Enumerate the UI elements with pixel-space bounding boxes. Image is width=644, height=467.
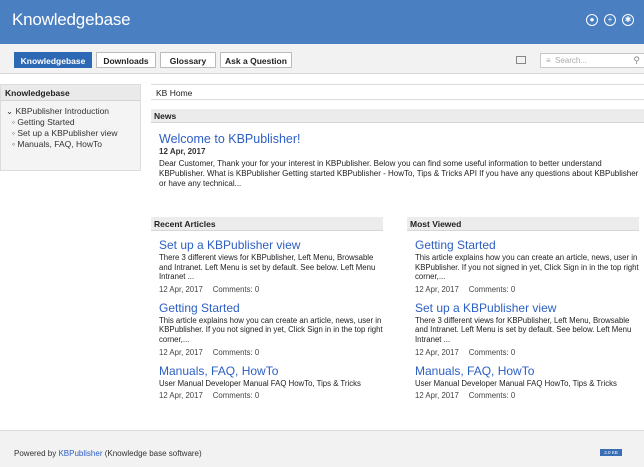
top-header: Knowledgebase ● + ✱ bbox=[0, 0, 644, 44]
tab-knowledgebase[interactable]: Knowledgebase bbox=[14, 52, 92, 68]
article-date: 12 Apr, 2017 bbox=[159, 347, 203, 357]
article-comments: Comments: 0 bbox=[212, 284, 260, 294]
sidebar-title: Knowledgebase bbox=[1, 85, 140, 101]
sidebar-item-label: Manuals, FAQ, HowTo bbox=[17, 139, 102, 149]
article-summary: There 3 different views for KBPublisher,… bbox=[159, 253, 376, 282]
article-title-link[interactable]: Manuals, FAQ, HowTo bbox=[159, 364, 383, 378]
sidebar: Knowledgebase ⌄ KBPublisher Introduction… bbox=[0, 84, 141, 171]
news-heading: News bbox=[151, 109, 644, 123]
recent-articles-heading: Recent Articles bbox=[151, 217, 383, 231]
breadcrumb[interactable]: KB Home bbox=[151, 84, 644, 100]
sidebar-item-set-up-view[interactable]: ◦ Set up a KBPublisher view bbox=[6, 128, 140, 139]
article-summary: This article explains how you can create… bbox=[415, 253, 639, 282]
sidebar-item-getting-started[interactable]: ◦ Getting Started bbox=[6, 117, 140, 128]
news-section: News Welcome to KBPublisher! 12 Apr, 201… bbox=[151, 109, 644, 189]
article-title-link[interactable]: Manuals, FAQ, HowTo bbox=[415, 364, 639, 378]
article-summary: User Manual Developer Manual FAQ HowTo, … bbox=[415, 378, 617, 388]
footer-credit: Powered by KBPublisher (Knowledge base s… bbox=[14, 449, 202, 458]
tab-downloads[interactable]: Downloads bbox=[96, 52, 156, 68]
article-title-link[interactable]: Set up a KBPublisher view bbox=[159, 238, 383, 252]
article-date: 12 Apr, 2017 bbox=[415, 391, 459, 401]
article-title-link[interactable]: Getting Started bbox=[159, 301, 383, 315]
article-date: 12 Apr, 2017 bbox=[415, 347, 459, 357]
footer-kbpublisher-link[interactable]: KBPublisher bbox=[58, 449, 102, 458]
sidebar-tree: ⌄ KBPublisher Introduction ◦ Getting Sta… bbox=[1, 101, 140, 150]
search-box: ≡ ⚲ bbox=[540, 53, 644, 68]
article-comments: Comments: 0 bbox=[468, 347, 516, 357]
article-summary: User Manual Developer Manual FAQ HowTo, … bbox=[159, 378, 361, 388]
tab-glossary[interactable]: Glossary bbox=[160, 52, 216, 68]
sidebar-item-label: KBPublisher Introduction bbox=[15, 106, 110, 116]
article-summary: This article explains how you can create… bbox=[159, 315, 383, 344]
settings-icon[interactable]: ✱ bbox=[622, 14, 634, 26]
news-date: 12 Apr, 2017 bbox=[159, 147, 206, 156]
article-comments: Comments: 0 bbox=[212, 347, 260, 357]
list-item: Set up a KBPublisher view There 3 differ… bbox=[159, 238, 383, 294]
article-meta: 12 Apr, 2017 Comments: 0 bbox=[415, 285, 639, 294]
list-item: Getting Started This article explains ho… bbox=[415, 238, 639, 294]
list-item: Manuals, FAQ, HowTo User Manual Develope… bbox=[415, 364, 639, 401]
article-meta: 12 Apr, 2017 Comments: 0 bbox=[159, 348, 383, 357]
sidebar-item-kbpublisher-introduction[interactable]: ⌄ KBPublisher Introduction bbox=[6, 106, 140, 117]
view-toggle-icon[interactable] bbox=[516, 56, 526, 64]
article-title-link[interactable]: Getting Started bbox=[415, 238, 639, 252]
search-menu-icon[interactable]: ≡ bbox=[546, 56, 551, 65]
top-icons: ● + ✱ bbox=[586, 14, 634, 26]
article-meta: 12 Apr, 2017 Comments: 0 bbox=[415, 348, 639, 357]
app-title[interactable]: Knowledgebase bbox=[12, 10, 131, 30]
search-input[interactable] bbox=[555, 55, 625, 66]
article-summary: There 3 different views for KBPublisher,… bbox=[415, 315, 632, 344]
sidebar-item-manuals-faq-howto[interactable]: ◦ Manuals, FAQ, HowTo bbox=[6, 139, 140, 150]
sidebar-item-label: Set up a KBPublisher view bbox=[17, 128, 118, 138]
user-icon[interactable]: ● bbox=[586, 14, 598, 26]
plus-icon[interactable]: + bbox=[604, 14, 616, 26]
article-date: 12 Apr, 2017 bbox=[159, 284, 203, 294]
article-comments: Comments: 0 bbox=[468, 391, 516, 401]
footer-suffix: (Knowledge base software) bbox=[102, 449, 202, 458]
article-meta: 12 Apr, 2017 Comments: 0 bbox=[159, 391, 383, 400]
news-body: Dear Customer, Thank your for your inter… bbox=[159, 159, 639, 188]
news-title-link[interactable]: Welcome to KBPublisher! bbox=[159, 132, 644, 146]
article-date: 12 Apr, 2017 bbox=[159, 391, 203, 401]
article-date: 12 Apr, 2017 bbox=[415, 284, 459, 294]
search-icon[interactable]: ⚲ bbox=[633, 55, 640, 66]
nav-bar: Knowledgebase Downloads Glossary Ask a Q… bbox=[0, 44, 644, 74]
main-content: KB Home News Welcome to KBPublisher! 12 … bbox=[151, 84, 644, 400]
article-comments: Comments: 0 bbox=[212, 391, 260, 401]
list-item: Getting Started This article explains ho… bbox=[159, 301, 383, 357]
footer: Powered by KBPublisher (Knowledge base s… bbox=[0, 430, 644, 467]
most-viewed-heading: Most Viewed bbox=[407, 217, 639, 231]
article-meta: 12 Apr, 2017 Comments: 0 bbox=[415, 391, 639, 400]
footer-prefix: Powered by bbox=[14, 449, 59, 458]
tab-ask-a-question[interactable]: Ask a Question bbox=[220, 52, 292, 68]
recent-articles-column: Recent Articles Set up a KBPublisher vie… bbox=[151, 217, 383, 400]
footer-badge[interactable]: 2.0 KB bbox=[600, 449, 622, 456]
most-viewed-column: Most Viewed Getting Started This article… bbox=[407, 217, 639, 400]
sidebar-item-label: Getting Started bbox=[17, 117, 75, 127]
article-title-link[interactable]: Set up a KBPublisher view bbox=[415, 301, 639, 315]
article-comments: Comments: 0 bbox=[468, 284, 516, 294]
article-meta: 12 Apr, 2017 Comments: 0 bbox=[159, 285, 383, 294]
list-item: Set up a KBPublisher view There 3 differ… bbox=[415, 301, 639, 357]
list-item: Manuals, FAQ, HowTo User Manual Develope… bbox=[159, 364, 383, 401]
